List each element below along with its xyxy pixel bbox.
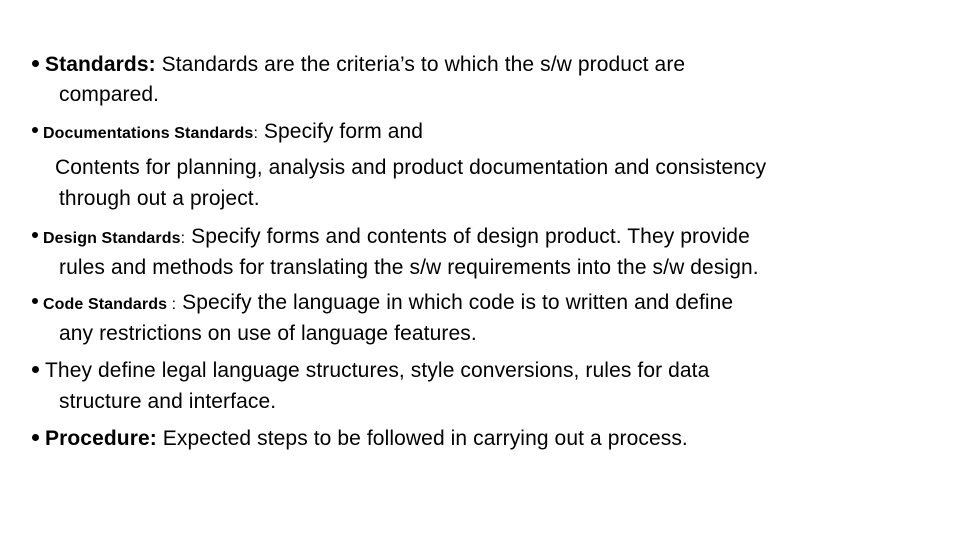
bullet-icon: [32, 365, 39, 373]
bullet-icon: [32, 59, 39, 67]
bullet-legal-structures-line2: structure and interface.: [59, 390, 276, 414]
slide: Standards: Standards are the criteria’s …: [0, 0, 960, 540]
bullet-code-line2: any restrictions on use of language feat…: [59, 322, 477, 346]
documentation-text-cont: Contents for planning, analysis and prod…: [55, 156, 767, 179]
bullet-standards-line1: Standards: Standards are the criteria’s …: [32, 53, 685, 77]
bullet-legal-structures-line1: They define legal language structures, s…: [32, 359, 709, 383]
procedure-text: Expected steps to be followed in carryin…: [156, 427, 688, 450]
code-text-cont: any restrictions on use of language feat…: [59, 322, 477, 345]
design-text: Specify forms and contents of design pro…: [185, 225, 750, 248]
bullet-documentation-line2: Contents for planning, analysis and prod…: [55, 156, 766, 180]
bullet-code-line1: Code Standards : Specify the language in…: [32, 291, 733, 317]
bullet-documentation-line1: Documentations Standards: Specify form a…: [32, 120, 423, 146]
standards-text: Standards are the criteria’s to which th…: [155, 53, 686, 76]
separator: :: [167, 296, 177, 313]
legal-structures-text-cont: structure and interface.: [59, 390, 277, 413]
documentation-text: Specify form and: [257, 120, 424, 143]
bullet-design-line1: Design Standards: Specify forms and cont…: [32, 225, 750, 251]
standards-text-cont: compared.: [59, 83, 160, 106]
bullet-icon: [32, 433, 39, 441]
design-text-cont: rules and methods for translating the s/…: [59, 256, 759, 279]
legal-structures-text: They define legal language structures, s…: [45, 359, 710, 382]
bullet-icon: [32, 232, 38, 239]
bullet-procedure-line1: Procedure: Expected steps to be followed…: [32, 427, 688, 451]
bullet-standards-line2: compared.: [59, 83, 159, 107]
term-procedure: Procedure:: [45, 427, 157, 450]
term-standards: Standards:: [45, 53, 156, 76]
documentation-text-cont2: through out a project.: [59, 187, 260, 210]
bullet-icon: [32, 127, 38, 134]
bullet-documentation-line3: through out a project.: [59, 187, 260, 211]
term-design-standards: Design Standards: [43, 230, 181, 247]
term-code-standards: Code Standards: [43, 296, 168, 313]
term-documentation-standards: Documentations Standards: [43, 125, 254, 142]
bullet-design-line2: rules and methods for translating the s/…: [59, 256, 759, 280]
bullet-icon: [32, 298, 38, 305]
code-text: Specify the language in which code is to…: [176, 291, 734, 314]
